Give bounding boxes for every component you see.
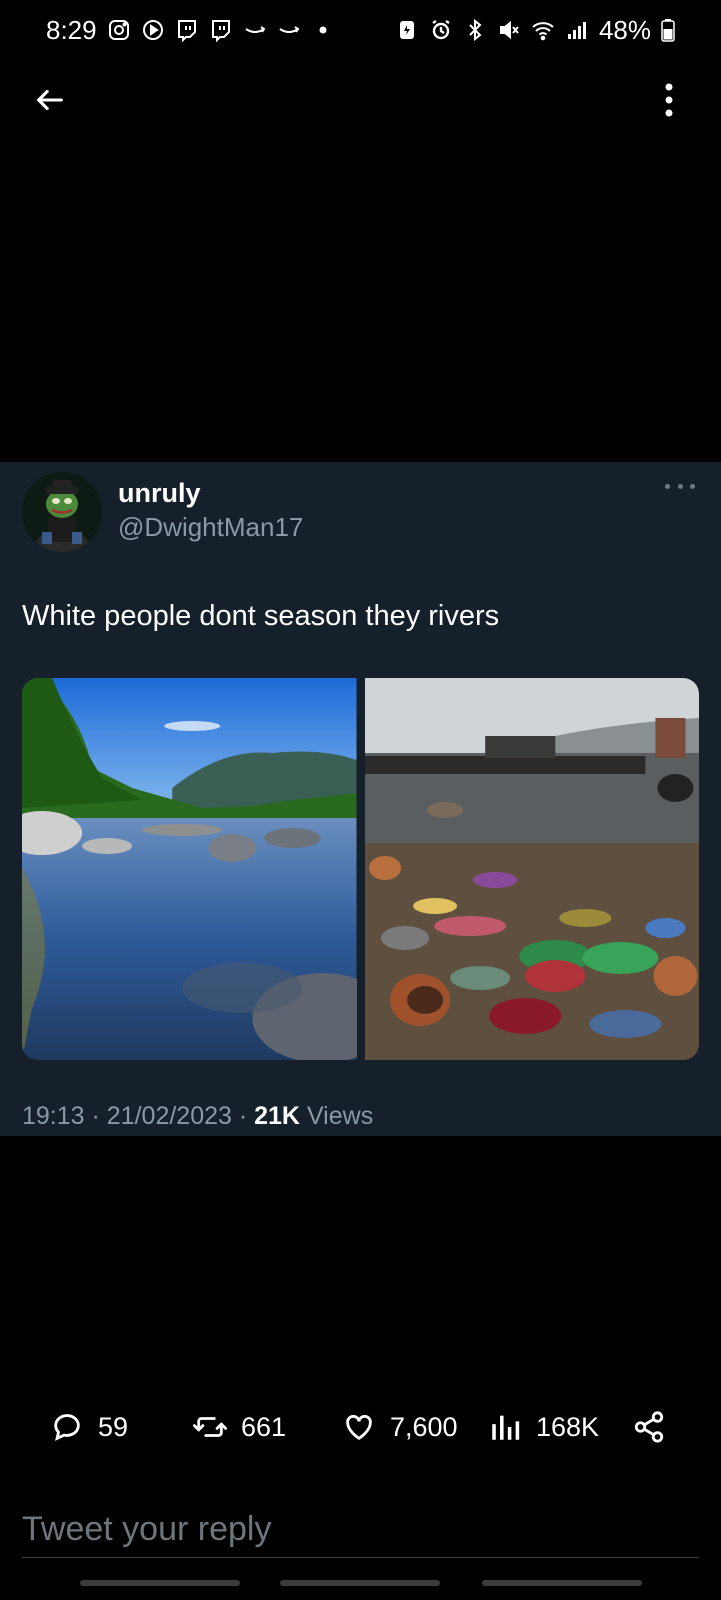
tweet-more-button[interactable] xyxy=(665,478,695,494)
dot-icon xyxy=(311,18,335,42)
back-nav-handle[interactable] xyxy=(482,1580,642,1586)
horizontal-dots-icon xyxy=(665,483,670,489)
reply-button[interactable]: 59 xyxy=(50,1410,128,1444)
views-label: Views xyxy=(306,1102,374,1130)
tweet-text: White people dont season they rivers xyxy=(22,600,500,632)
reply-count: 59 xyxy=(98,1411,129,1442)
alarm-icon xyxy=(429,18,453,42)
top-nav xyxy=(0,70,721,130)
dot xyxy=(677,483,683,489)
battery-saver-icon xyxy=(395,18,419,42)
status-bar: 8:29 48% xyxy=(0,0,721,60)
bluetooth-icon xyxy=(463,18,487,42)
display-name[interactable]: unruly xyxy=(118,478,201,509)
tweet-time: 19:13 xyxy=(22,1102,85,1130)
reply-box xyxy=(22,1502,699,1558)
signal-icon xyxy=(565,18,589,42)
arrow-left-icon xyxy=(37,89,63,111)
recents-nav-handle[interactable] xyxy=(80,1580,240,1586)
status-time: 8:29 xyxy=(46,14,97,45)
bar-chart-icon xyxy=(492,1415,520,1440)
amazon-icon xyxy=(243,18,267,42)
heart-icon xyxy=(346,1414,372,1441)
status-right: 48% xyxy=(395,15,675,46)
tweet-date: 21/02/2023 xyxy=(106,1102,232,1130)
retweet-button[interactable]: 661 xyxy=(193,1410,286,1444)
vertical-dots-icon xyxy=(665,83,673,117)
retweet-count: 661 xyxy=(241,1411,287,1442)
retweet-icon xyxy=(193,1417,227,1437)
dot xyxy=(690,483,695,489)
views-stat-count: 168K xyxy=(536,1411,600,1442)
tweet-meta: 19:13 · 21/02/2023 · 21K Views xyxy=(22,1102,374,1130)
like-count: 7,600 xyxy=(390,1411,458,1442)
avatar[interactable] xyxy=(22,472,102,552)
share-button[interactable] xyxy=(632,1410,666,1444)
views-button[interactable]: 168K xyxy=(488,1410,599,1444)
share-icon xyxy=(634,1411,664,1443)
media-image-polluted-river[interactable] xyxy=(364,678,699,1060)
twitch-icon xyxy=(175,18,199,42)
more-options-button[interactable] xyxy=(657,80,681,120)
status-left: 8:29 xyxy=(46,15,335,46)
play-icon xyxy=(141,18,165,42)
user-handle[interactable]: @DwightMan17 xyxy=(118,512,303,543)
wifi-icon xyxy=(531,18,555,42)
twitch-icon xyxy=(209,18,233,42)
like-button[interactable]: 7,600 xyxy=(342,1410,458,1444)
instagram-icon xyxy=(107,18,131,42)
tweet-actions: 59 661 7,600 168K xyxy=(0,1410,721,1460)
battery-percent: 48% xyxy=(598,14,651,45)
media-image-clean-river[interactable] xyxy=(22,678,357,1060)
mute-icon xyxy=(497,18,521,42)
battery-icon xyxy=(661,18,675,42)
reply-icon xyxy=(54,1414,80,1441)
system-nav-bar xyxy=(0,1580,721,1588)
back-button[interactable] xyxy=(30,80,70,120)
reply-input[interactable] xyxy=(22,1510,699,1549)
views-count[interactable]: 21K xyxy=(254,1102,300,1130)
home-nav-handle[interactable] xyxy=(280,1580,440,1586)
tweet-media xyxy=(22,678,699,1060)
amazon-icon xyxy=(277,18,301,42)
tweet-card: unruly @DwightMan17 White people dont se… xyxy=(0,462,721,1136)
